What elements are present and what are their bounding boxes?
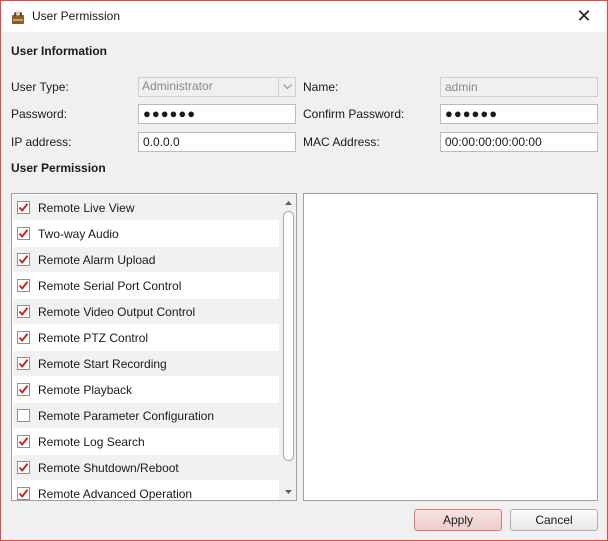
permission-item-label: Remote Alarm Upload [38, 252, 156, 267]
confirm-password-field[interactable]: ●●●●●● [440, 104, 598, 124]
checkbox-checked-icon[interactable] [17, 201, 30, 214]
user-information-heading: User Information [11, 44, 108, 58]
permission-item-label: Remote Video Output Control [38, 304, 196, 319]
user-type-value: Administrator [142, 79, 213, 93]
apply-button[interactable]: Apply [414, 509, 502, 531]
checkbox-checked-icon[interactable] [17, 305, 30, 318]
permission-item-label: Remote Live View [38, 200, 135, 215]
checkbox-checked-icon[interactable] [17, 279, 30, 292]
checkbox-checked-icon[interactable] [17, 331, 30, 344]
checkbox-checked-icon[interactable] [17, 357, 30, 370]
title-bar: User Permission ✕ [1, 1, 607, 32]
chevron-down-icon[interactable] [278, 78, 295, 96]
permission-item-label: Remote Advanced Operation [38, 486, 193, 501]
permission-item[interactable]: Remote Serial Port Control [13, 273, 279, 298]
permission-item-label: Remote PTZ Control [38, 330, 149, 345]
permission-item[interactable]: Remote Live View [13, 195, 279, 220]
ip-address-label: IP address: [11, 135, 72, 149]
permission-item-label: Remote Log Search [38, 434, 145, 449]
permission-item[interactable]: Remote Alarm Upload [13, 247, 279, 272]
window-title: User Permission [32, 9, 121, 23]
ip-address-field[interactable]: 0.0.0.0 [138, 132, 296, 152]
close-button[interactable]: ✕ [561, 1, 607, 32]
permission-item-label: Remote Parameter Configuration [38, 408, 215, 423]
permission-item[interactable]: Remote Log Search [13, 429, 279, 454]
confirm-password-label: Confirm Password: [303, 107, 405, 121]
user-permission-heading: User Permission [11, 161, 106, 175]
permission-item[interactable]: Remote Start Recording [13, 351, 279, 376]
permission-item[interactable]: Two-way Audio [13, 221, 279, 246]
user-key-icon [10, 9, 26, 25]
permission-item[interactable]: Remote Advanced Operation [13, 481, 279, 501]
password-field[interactable]: ●●●●●● [138, 104, 296, 124]
close-icon: ✕ [576, 6, 592, 26]
checkbox-checked-icon[interactable] [17, 253, 30, 266]
checkbox-checked-icon[interactable] [17, 383, 30, 396]
permission-item[interactable]: Remote Video Output Control [13, 299, 279, 324]
user-permission-dialog: User Permission ✕ User Information User … [0, 0, 608, 541]
name-label: Name: [303, 80, 339, 94]
permission-item[interactable]: Remote Parameter Configuration [13, 403, 279, 428]
mac-address-field[interactable]: 00:00:00:00:00:00 [440, 132, 598, 152]
permission-list-scrollbar[interactable] [279, 194, 296, 500]
permission-item-label: Remote Playback [38, 382, 133, 397]
user-type-select[interactable]: Administrator [138, 77, 296, 97]
permission-item-label: Remote Serial Port Control [38, 278, 182, 293]
checkbox-checked-icon[interactable] [17, 227, 30, 240]
scroll-thumb[interactable] [283, 211, 294, 461]
cancel-button[interactable]: Cancel [510, 509, 598, 531]
permission-item[interactable]: Remote Shutdown/Reboot [13, 455, 279, 480]
permission-list[interactable]: Remote Advanced Operation Remote Shutdown… [11, 193, 297, 501]
permission-detail-panel[interactable] [303, 193, 598, 501]
name-field[interactable] [440, 77, 598, 97]
checkbox-checked-icon[interactable] [17, 461, 30, 474]
password-label: Password: [11, 107, 68, 121]
checkbox-checked-icon[interactable] [17, 487, 30, 500]
permission-item-label: Remote Start Recording [38, 356, 167, 371]
scroll-up-arrow-icon[interactable] [280, 194, 296, 211]
checkbox-checked-icon[interactable] [17, 435, 30, 448]
permission-item[interactable]: Remote Playback [13, 377, 279, 402]
permission-item-label: Two-way Audio [38, 226, 119, 241]
permission-item[interactable]: Remote PTZ Control [13, 325, 279, 350]
permission-item-label: Remote Shutdown/Reboot [38, 460, 179, 475]
user-type-label: User Type: [11, 80, 69, 94]
checkbox-unchecked-icon[interactable] [17, 409, 30, 422]
mac-address-label: MAC Address: [303, 135, 380, 149]
scroll-down-arrow-icon[interactable] [280, 483, 296, 500]
